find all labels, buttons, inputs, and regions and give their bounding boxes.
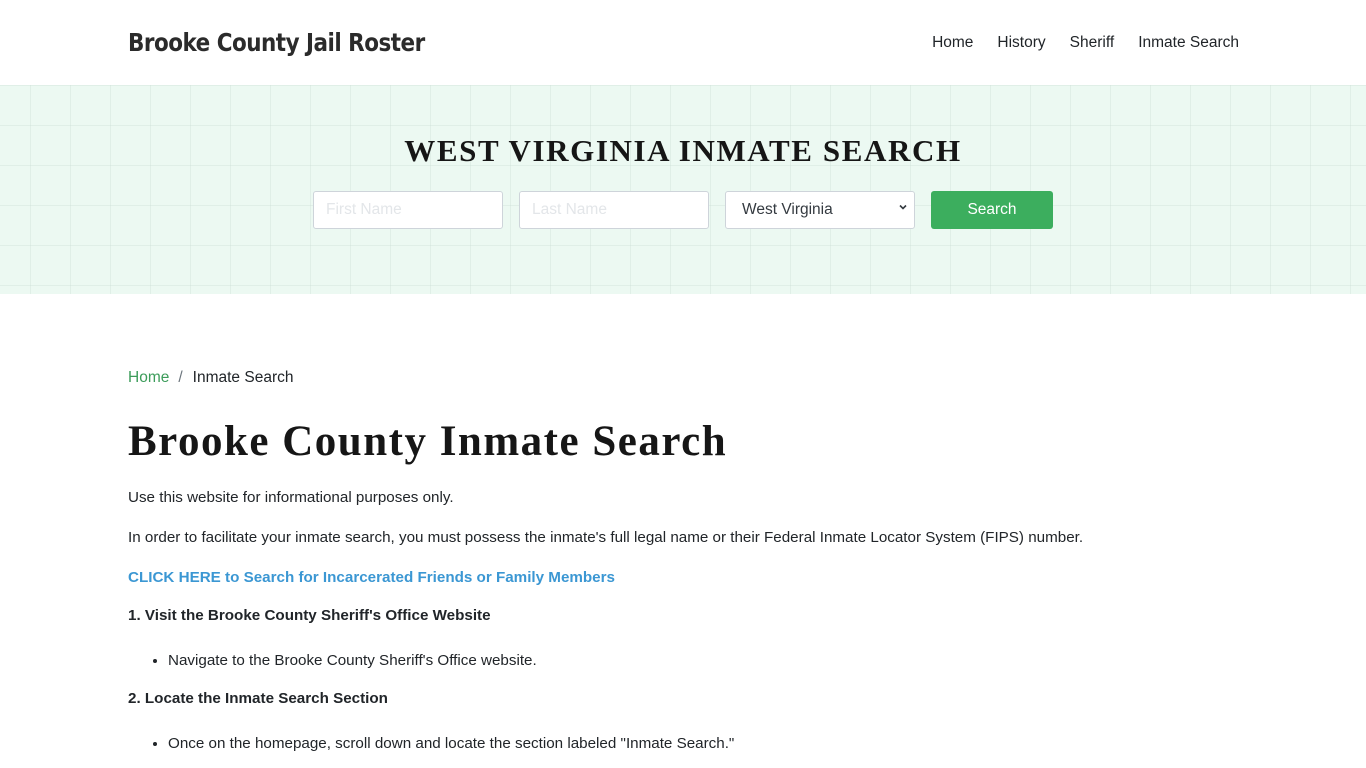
search-button[interactable]: Search bbox=[931, 191, 1053, 229]
step-heading: 1. Visit the Brooke County Sheriff's Off… bbox=[128, 607, 491, 624]
hero-search-section: WEST VIRGINIA INMATE SEARCH West Virgini… bbox=[0, 85, 1366, 294]
site-header: Brooke County Jail Roster Home History S… bbox=[0, 0, 1366, 85]
nav-link-history[interactable]: History bbox=[985, 34, 1057, 52]
nav-link-home[interactable]: Home bbox=[920, 34, 985, 52]
step-bullet-item: Navigate to the Brooke County Sheriff's … bbox=[168, 652, 1238, 670]
state-select[interactable]: West Virginia bbox=[725, 191, 915, 229]
state-select-value[interactable]: West Virginia bbox=[725, 191, 915, 229]
breadcrumb-separator: / bbox=[178, 369, 183, 386]
first-name-input[interactable] bbox=[313, 191, 503, 229]
search-friends-family-link[interactable]: CLICK HERE to Search for Incarcerated Fr… bbox=[128, 569, 615, 587]
page-title: Brooke County Inmate Search bbox=[128, 418, 728, 465]
step-bullet-item: Once on the homepage, scroll down and lo… bbox=[168, 735, 1238, 753]
last-name-input[interactable] bbox=[519, 191, 709, 229]
main-content: Home / Inmate Search Brooke County Inmat… bbox=[0, 369, 1366, 753]
breadcrumb-home-link[interactable]: Home bbox=[128, 369, 169, 387]
main-nav: Home History Sheriff Inmate Search bbox=[920, 34, 1239, 52]
chevron-down-icon bbox=[899, 204, 907, 210]
nav-link-sheriff[interactable]: Sheriff bbox=[1058, 34, 1127, 52]
requirement-text: In order to facilitate your inmate searc… bbox=[128, 529, 1084, 546]
step-bullet-list: Once on the homepage, scroll down and lo… bbox=[168, 735, 1238, 753]
breadcrumb-current: Inmate Search bbox=[192, 369, 294, 386]
nav-link-inmate-search[interactable]: Inmate Search bbox=[1126, 34, 1239, 52]
hero-title: WEST VIRGINIA INMATE SEARCH bbox=[404, 133, 962, 168]
inmate-search-form: West Virginia Search bbox=[0, 191, 1366, 229]
intro-text: Use this website for informational purpo… bbox=[128, 489, 454, 506]
step-bullet-list: Navigate to the Brooke County Sheriff's … bbox=[168, 652, 1238, 670]
step-heading: 2. Locate the Inmate Search Section bbox=[128, 690, 388, 707]
site-brand-logo[interactable]: Brooke County Jail Roster bbox=[128, 28, 425, 57]
breadcrumb: Home / Inmate Search bbox=[128, 369, 1238, 387]
